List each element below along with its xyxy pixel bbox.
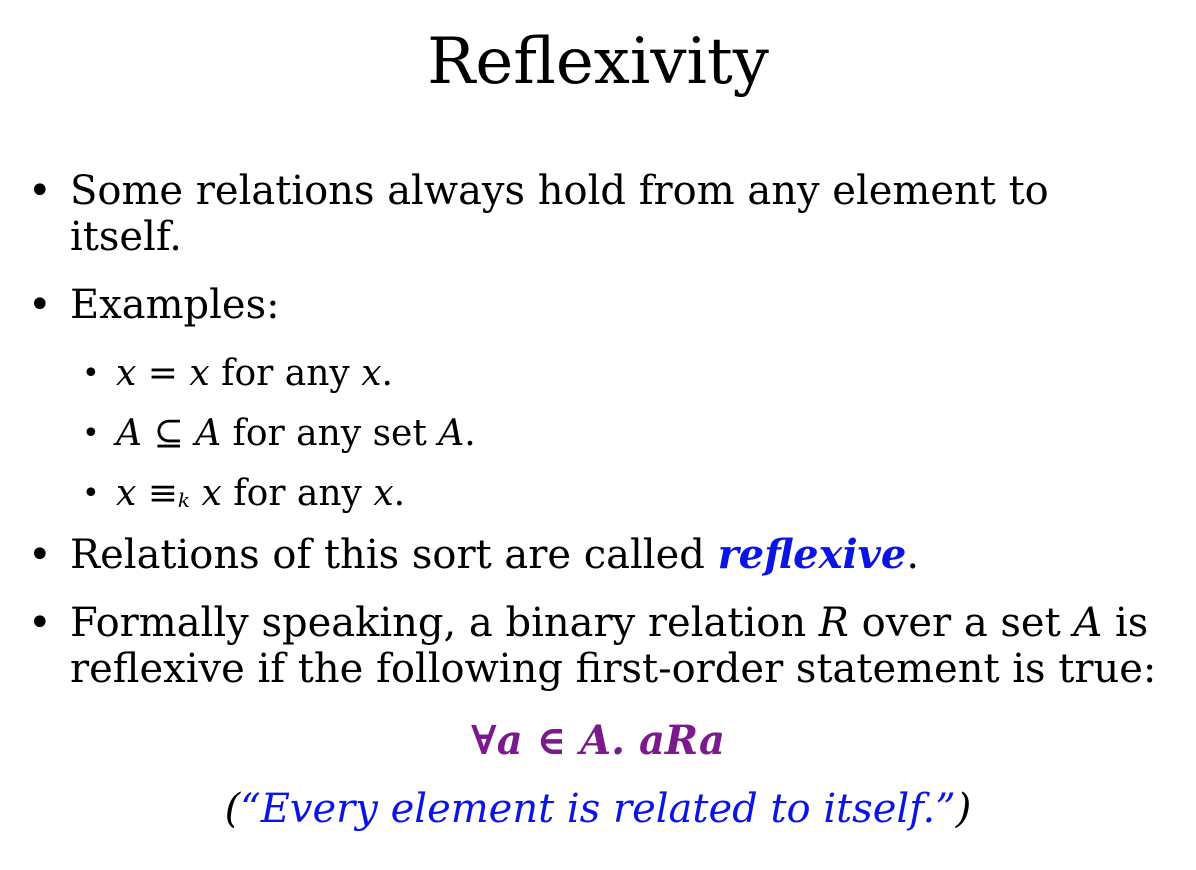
math-var: x bbox=[190, 473, 222, 514]
example-1-text: x = x for any x. bbox=[116, 352, 393, 396]
bullet-dot: • bbox=[28, 282, 52, 328]
bullet-4-line-1: Formally speaking, a binary relation R o… bbox=[70, 600, 1180, 646]
math-var: x bbox=[116, 473, 137, 514]
bullet-2-text: Examples: bbox=[70, 282, 280, 328]
caption-paren-open: ( bbox=[224, 786, 241, 832]
bullet-4-text: Formally speaking, a binary relation R o… bbox=[70, 600, 1180, 692]
math-var: A bbox=[1073, 600, 1103, 646]
math-var: x bbox=[189, 353, 210, 394]
bullet-1-text: Some relations always hold from any elem… bbox=[70, 168, 1180, 260]
period: . bbox=[393, 473, 406, 514]
bullet-1-line-2: itself. bbox=[70, 214, 182, 260]
text-span: over a set bbox=[848, 600, 1074, 646]
period: . bbox=[906, 532, 920, 578]
example-2-text: A ⊆ A for any set A. bbox=[116, 412, 476, 456]
example-3-text: x ≡k x for any x. bbox=[116, 472, 405, 522]
bullet-dot: • bbox=[28, 168, 52, 214]
example-text: for any bbox=[209, 353, 362, 394]
math-var: x bbox=[116, 353, 137, 394]
bullet-dot: • bbox=[28, 600, 52, 646]
bullet-4-line-2: reflexive if the following first-order s… bbox=[70, 646, 1157, 692]
math-var: x bbox=[361, 353, 382, 394]
math-var: A bbox=[195, 413, 222, 454]
period: . bbox=[464, 413, 476, 454]
formula-caption: (“Every element is related to itself.”) bbox=[0, 784, 1196, 834]
math-op: = bbox=[136, 353, 190, 394]
period: . bbox=[381, 353, 393, 394]
caption-text: “Every element is related to itself.” bbox=[240, 786, 956, 832]
caption-paren-close: ) bbox=[955, 786, 972, 832]
sub-bullet-dot: • bbox=[82, 416, 100, 451]
text-span: Formally speaking, a binary relation bbox=[70, 600, 819, 646]
example-text: for any set bbox=[221, 413, 439, 454]
math-var: A bbox=[438, 413, 465, 454]
bullet-3-prefix: Relations of this sort are called bbox=[70, 532, 718, 578]
slide-title: Reflexivity bbox=[427, 25, 769, 99]
sub-bullet-dot: • bbox=[82, 476, 100, 511]
math-var: x bbox=[373, 473, 394, 514]
math-var: R bbox=[818, 600, 849, 646]
keyword-reflexive: reflexive bbox=[717, 531, 907, 578]
math-subscript: k bbox=[177, 488, 191, 512]
math-var: A bbox=[116, 413, 142, 454]
bullet-1-line-1: Some relations always hold from any elem… bbox=[70, 168, 1049, 214]
example-text: for any bbox=[221, 473, 374, 514]
math-op: ≡ bbox=[136, 473, 178, 514]
sub-bullet-dot: • bbox=[82, 356, 100, 391]
math-op: ⊆ bbox=[142, 413, 196, 454]
bullet-dot: • bbox=[28, 532, 52, 578]
reflexive-formula: ∀a ∈ A. aRa bbox=[471, 717, 725, 764]
text-span: is bbox=[1102, 600, 1149, 646]
bullet-3-text: Relations of this sort are called reflex… bbox=[70, 531, 1180, 579]
